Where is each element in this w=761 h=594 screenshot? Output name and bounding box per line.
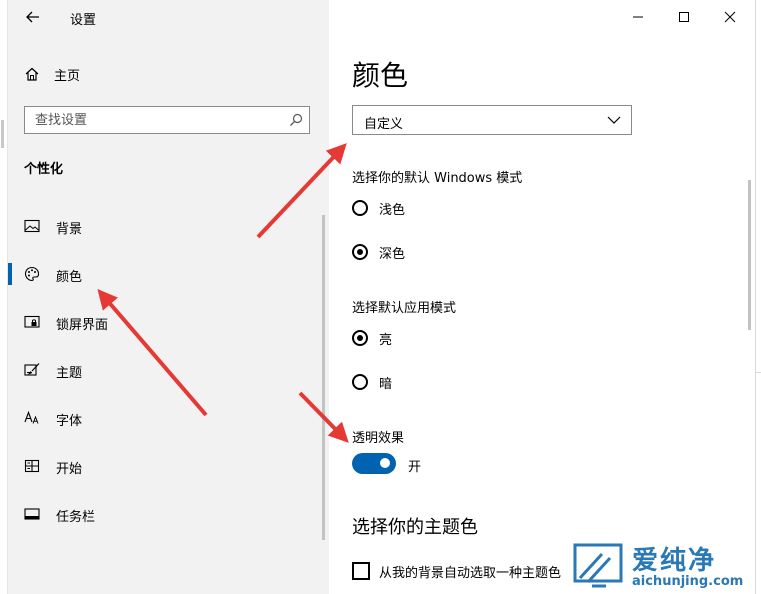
sidebar-item-label: 任务栏: [56, 510, 96, 525]
back-arrow-icon: [26, 11, 39, 23]
taskbar-icon: [24, 508, 40, 520]
theme-icon: [24, 363, 40, 376]
sidebar-item-colors[interactable]: 颜色: [8, 259, 318, 289]
sidebar-scrollbar[interactable]: [322, 215, 325, 540]
main-scrollbar[interactable]: [748, 180, 751, 330]
radio-app-dark[interactable]: 暗: [352, 371, 392, 393]
sidebar-home[interactable]: 主页: [24, 63, 80, 85]
sidebar-item-label: 字体: [56, 414, 83, 429]
search-input[interactable]: [25, 107, 285, 133]
left-window-edge: [0, 0, 8, 594]
edge-line: [756, 372, 761, 373]
close-icon: [724, 11, 736, 23]
back-button[interactable]: [22, 6, 44, 28]
dropdown-value: 自定义: [364, 117, 404, 132]
minimize-icon: [633, 16, 643, 18]
radio-circle: [352, 374, 368, 390]
watermark: 爱纯净 aichunjing.com: [568, 536, 755, 594]
sidebar-item-lock-screen[interactable]: 锁屏界面: [8, 307, 318, 337]
radio-label: 亮: [379, 332, 393, 348]
radio-windows-dark[interactable]: 深色: [352, 241, 405, 263]
page-title: 颜色: [352, 59, 409, 92]
watermark-domain: aichunjing.com: [632, 574, 744, 589]
sidebar-item-background[interactable]: 背景: [8, 211, 318, 241]
picture-icon: [24, 219, 40, 233]
window-title: 设置: [70, 13, 97, 28]
sidebar-item-label: 锁屏界面: [56, 318, 109, 333]
auto-accent-checkbox[interactable]: [352, 562, 370, 580]
sidebar-item-label: 开始: [56, 462, 83, 477]
app-mode-label: 选择默认应用模式: [352, 301, 457, 316]
accent-color-title: 选择你的主题色: [352, 517, 478, 538]
right-window-edge: [755, 0, 761, 594]
radio-circle: [352, 244, 368, 260]
watermark-brand: 爱纯净: [632, 546, 717, 576]
sidebar-item-fonts[interactable]: 字体: [8, 403, 318, 433]
selected-indicator: [8, 263, 12, 285]
radio-label: 浅色: [379, 202, 406, 218]
home-label: 主页: [54, 68, 81, 84]
radio-app-light[interactable]: 亮: [352, 327, 392, 349]
auto-accent-label: 从我的背景自动选取一种主题色: [379, 565, 562, 581]
close-button[interactable]: [716, 4, 744, 30]
sidebar-item-taskbar[interactable]: 任务栏: [8, 499, 318, 529]
palette-icon: [24, 266, 40, 282]
search-icon: [290, 113, 303, 126]
font-icon: [24, 410, 39, 424]
sidebar-item-label: 背景: [56, 222, 83, 237]
radio-dot: [357, 335, 363, 341]
toggle-state-label: 开: [408, 460, 422, 475]
maximize-button[interactable]: [670, 4, 698, 30]
transparency-label: 透明效果: [352, 431, 405, 446]
radio-windows-light[interactable]: 浅色: [352, 197, 405, 219]
search-box[interactable]: [24, 106, 310, 134]
brand-logo-icon: [573, 543, 623, 588]
chevron-down-icon: [607, 116, 621, 124]
toggle-knob: [380, 458, 390, 468]
sidebar-item-label: 颜色: [56, 270, 83, 285]
minimize-button[interactable]: [624, 4, 652, 30]
radio-circle: [352, 200, 368, 216]
radio-dot: [357, 249, 363, 255]
section-title: 个性化: [24, 162, 64, 177]
start-icon: [24, 459, 40, 473]
sidebar-item-themes[interactable]: 主题: [8, 355, 318, 385]
radio-circle: [352, 330, 368, 346]
sidebar-item-start[interactable]: 开始: [8, 451, 318, 481]
radio-label: 暗: [379, 376, 393, 392]
home-icon: [25, 67, 39, 81]
color-mode-dropdown[interactable]: 自定义: [352, 105, 632, 135]
windows-mode-label: 选择你的默认 Windows 模式: [352, 171, 523, 186]
edge-mark: [1, 120, 4, 148]
auto-accent-checkbox-row[interactable]: 从我的背景自动选取一种主题色: [352, 560, 561, 582]
maximize-icon: [679, 12, 689, 22]
transparency-toggle[interactable]: [352, 453, 396, 474]
sidebar-item-label: 主题: [56, 366, 83, 381]
radio-label: 深色: [379, 246, 406, 262]
lock-screen-icon: [24, 315, 40, 328]
